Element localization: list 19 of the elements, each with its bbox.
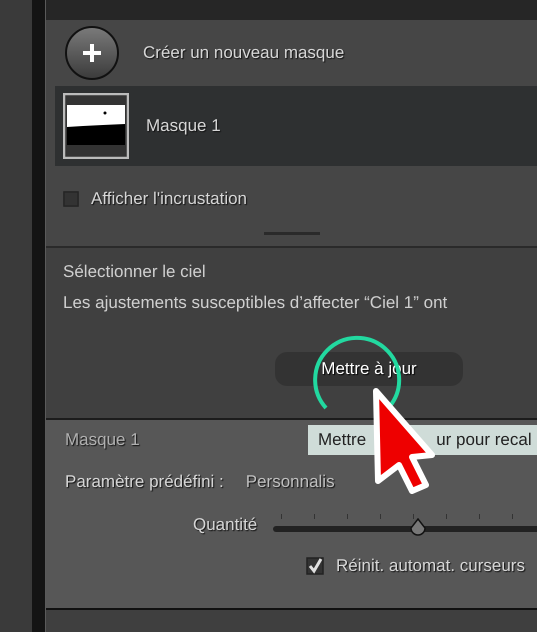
preset-label: Paramètre prédéfini : (65, 472, 224, 492)
checkbox[interactable] (63, 191, 79, 207)
add-mask-button[interactable] (65, 26, 119, 80)
slider-thumb[interactable] (409, 518, 428, 536)
tooltip-text: Mettre (318, 430, 366, 450)
checkbox[interactable] (306, 557, 324, 575)
section-title: Sélectionner le ciel (63, 262, 207, 282)
mask-item[interactable]: Masque 1 (55, 86, 537, 166)
amount-label: Quantité (193, 515, 258, 535)
create-mask-label[interactable]: Créer un nouveau masque (143, 43, 344, 63)
mask-name: Masque 1 (146, 116, 221, 136)
mask-thumbnail (63, 93, 129, 159)
preset-value[interactable]: Personnalis (246, 472, 335, 492)
auto-reset-label: Réinit. automat. curseurs (336, 556, 525, 576)
tooltip-text: ur pour recal (436, 430, 532, 450)
update-message: Les ajustements susceptibles d’affecter “Ciel 1” ont (63, 293, 448, 313)
panel-title: Masque 1 (65, 430, 140, 450)
amount-slider[interactable] (273, 514, 537, 536)
overlay-label: Afficher l'incrustation (91, 189, 248, 209)
